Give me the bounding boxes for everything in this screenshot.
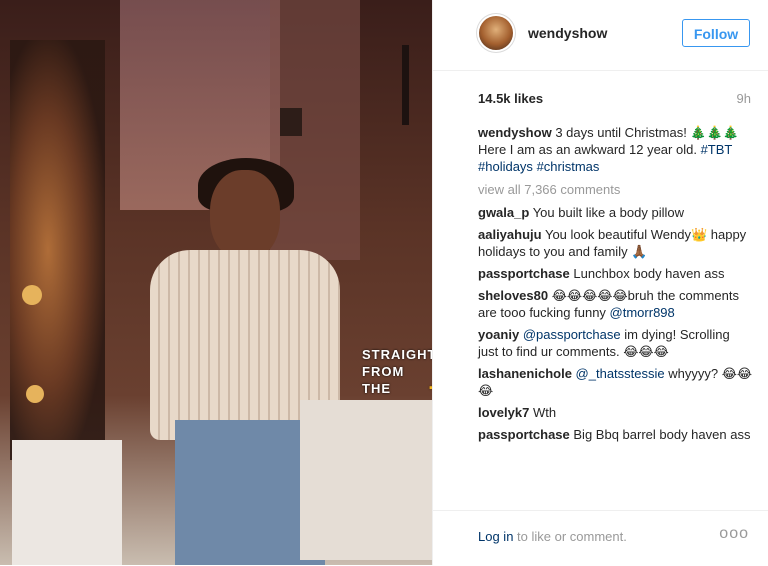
post-photo[interactable]: STRAIGHT FROM THE A <box>0 0 432 565</box>
follow-button[interactable]: Follow <box>682 19 750 47</box>
watermark-logo: STRAIGHT FROM THE A <box>362 348 432 400</box>
comments-list: wendyshow 3 days until Christmas! 🎄🎄🎄 He… <box>478 124 753 448</box>
comments-fade <box>478 494 753 510</box>
comment-username[interactable]: passportchase <box>478 266 570 281</box>
comment-mention[interactable]: @tmorr898 <box>610 305 675 320</box>
view-all-comments-link[interactable]: view all 7,366 comments <box>478 181 753 198</box>
comment-username[interactable]: yoaniy <box>478 327 519 342</box>
avatar[interactable] <box>479 16 513 50</box>
photo-ornament <box>22 285 42 305</box>
photo-gift-boxes <box>300 400 432 560</box>
comment-item: passportchase Big Bbq barrel body haven … <box>478 426 753 443</box>
comment-text: Big Bbq barrel body haven ass <box>573 427 751 442</box>
login-prompt-text: to like or comment. <box>517 529 627 544</box>
comment-username[interactable]: passportchase <box>478 427 570 442</box>
caption: wendyshow 3 days until Christmas! 🎄🎄🎄 He… <box>478 124 753 175</box>
hashtag-holidays[interactable]: #holidays <box>478 159 533 174</box>
post-timestamp[interactable]: 9h <box>737 91 751 106</box>
comment-username[interactable]: gwala_p <box>478 205 529 220</box>
photo-girl-face <box>210 170 280 260</box>
comment-item: sheloves80 😂😂😂😂😂bruh the comments are to… <box>478 287 753 321</box>
comment-item: lovelyk7 Wth <box>478 404 753 421</box>
comment-mention[interactable]: @passportchase <box>523 327 621 342</box>
photo-wall-frame <box>280 108 302 136</box>
comment-item: gwala_p You built like a body pillow <box>478 204 753 221</box>
comment-text: You built like a body pillow <box>532 205 684 220</box>
comment-item: yoaniy @passportchase im dying! Scrollin… <box>478 326 753 360</box>
watermark-line2: FROM <box>362 364 405 379</box>
photo-christmas-tree <box>10 40 105 460</box>
comment-username[interactable]: lovelyk7 <box>478 405 529 420</box>
comment-mention[interactable]: @_thatsstessie <box>576 366 665 381</box>
login-link[interactable]: Log in <box>478 529 513 544</box>
hashtag-tbt[interactable]: #TBT <box>701 142 733 157</box>
hashtag-christmas[interactable]: #christmas <box>537 159 600 174</box>
photo-candle <box>402 45 409 125</box>
comment-username[interactable]: aaliyahuju <box>478 227 542 242</box>
ellipsis-icon[interactable]: ooo <box>719 525 749 543</box>
photo-ornament <box>26 385 44 403</box>
comment-item: lashanenichole @_thatsstessie whyyyy? 😂😂… <box>478 365 753 399</box>
header-username[interactable]: wendyshow <box>528 25 607 41</box>
comment-username[interactable]: lashanenichole <box>478 366 572 381</box>
photo-gift-box <box>12 440 122 565</box>
comment-item: aaliyahuju You look beautiful Wendy👑 hap… <box>478 226 753 260</box>
watermark-line3: THE <box>362 381 391 396</box>
login-prompt: Log in to like or comment. <box>478 529 627 544</box>
post-footer: Log in to like or comment. ooo <box>433 510 768 566</box>
comment-text: Wth <box>532 405 557 420</box>
instagram-post: STRAIGHT FROM THE A wendyshow Follow 14.… <box>0 0 768 565</box>
comment-text: Lunchbox body haven ass <box>573 266 725 281</box>
watermark-line1: STRAIGHT <box>362 347 432 362</box>
post-sidebar: wendyshow Follow 14.5k likes 9h wendysho… <box>432 0 768 565</box>
comment-username[interactable]: sheloves80 <box>478 288 548 303</box>
caption-username[interactable]: wendyshow <box>478 125 552 140</box>
like-count[interactable]: 14.5k likes <box>478 91 543 106</box>
post-header: wendyshow Follow <box>433 0 768 71</box>
comment-item: passportchase Lunchbox body haven ass <box>478 265 753 282</box>
